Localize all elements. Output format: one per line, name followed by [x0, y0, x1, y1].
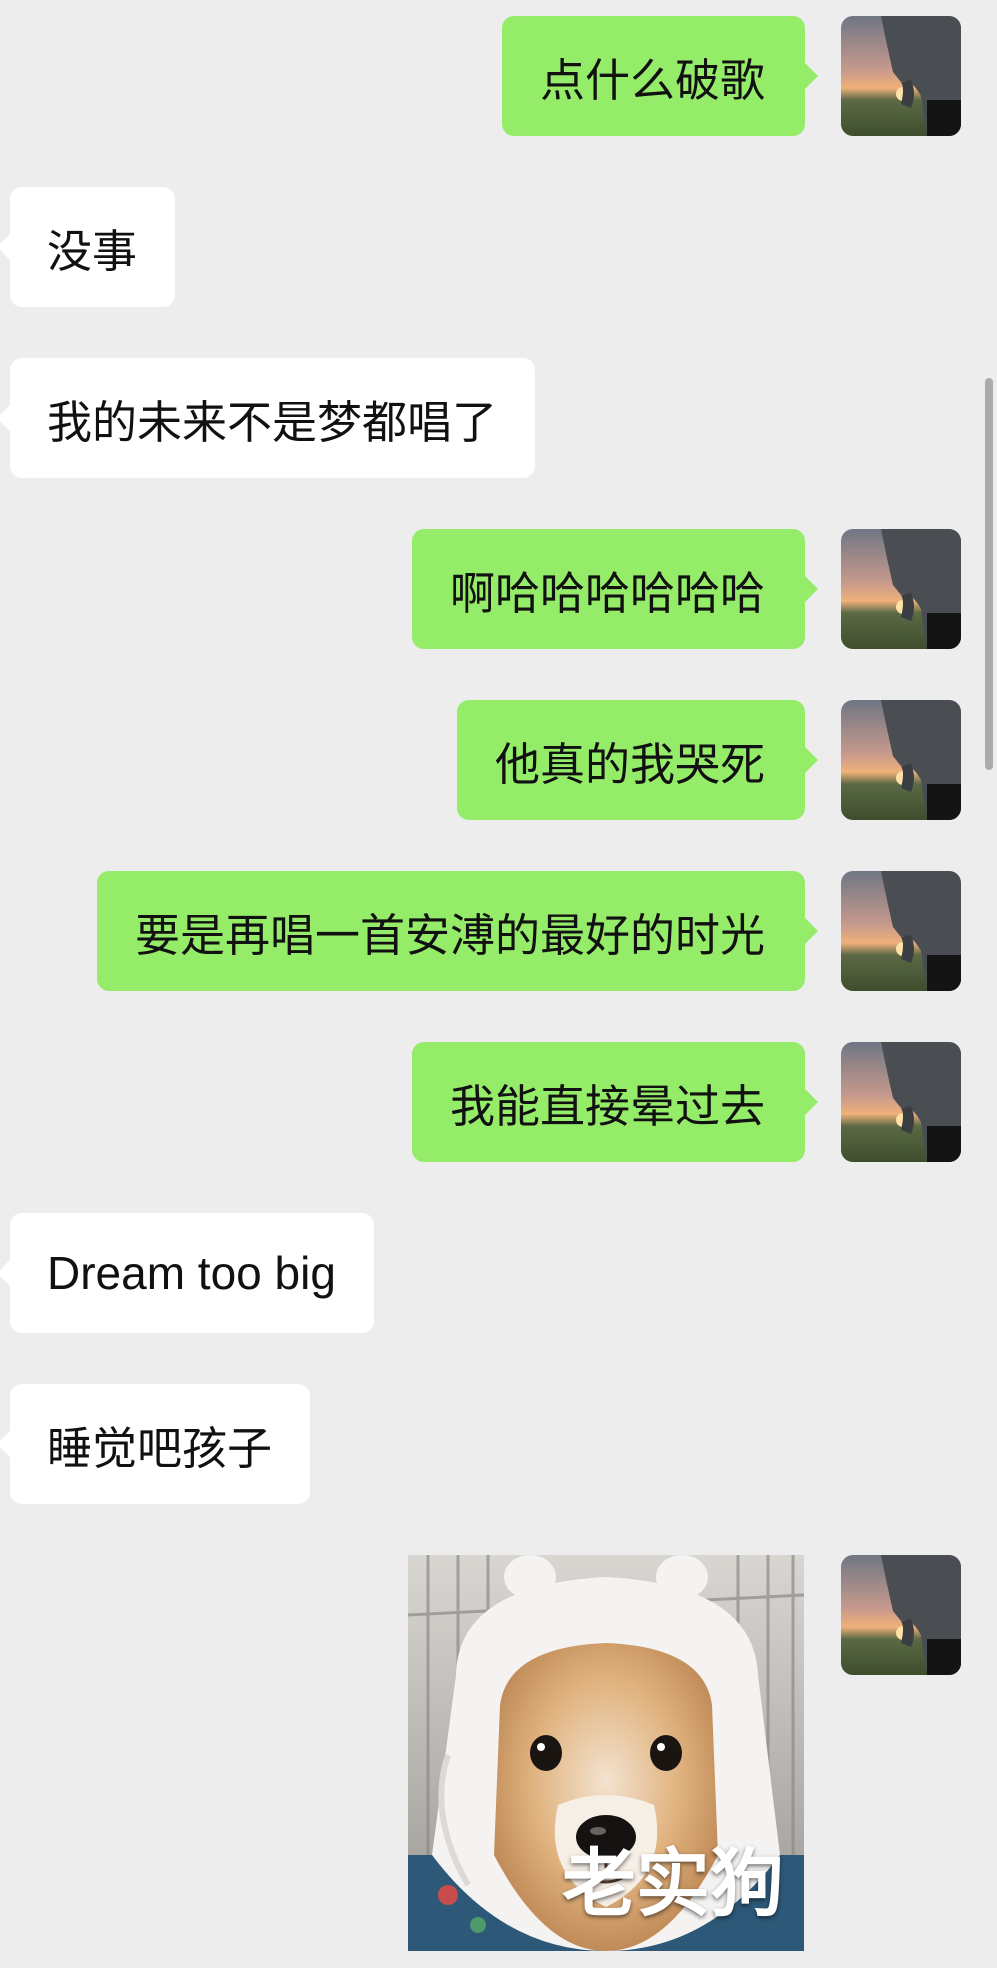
message-bubble-incoming[interactable]: 我的未来不是梦都唱了: [0, 358, 536, 478]
message-text: 我的未来不是梦都唱了: [47, 395, 498, 449]
message-text: 没事: [47, 224, 138, 278]
message-text: Dream too big: [47, 1247, 336, 1299]
message-bubble-outgoing[interactable]: 我能直接晕过去: [411, 1042, 819, 1162]
message-bubble-incoming[interactable]: Dream too big: [0, 1213, 374, 1333]
user-avatar-icon: [841, 16, 961, 136]
message-bubble-incoming[interactable]: 没事: [0, 187, 176, 307]
my-avatar[interactable]: [841, 700, 961, 820]
message-bubble-outgoing[interactable]: 要是再唱一首安溥的最好的时光: [96, 871, 819, 991]
chat-message-list[interactable]: 点什么破歌 没事 我的未来不是梦都唱了 啊哈哈哈哈哈哈 他真的我哭死 要是再唱一…: [0, 0, 997, 1968]
scrollbar-thumb[interactable]: [985, 378, 993, 770]
my-avatar[interactable]: [841, 529, 961, 649]
my-avatar[interactable]: [841, 1555, 961, 1675]
user-avatar-icon: [841, 1555, 961, 1675]
message-text: 点什么破歌: [539, 53, 765, 107]
message-text: 睡觉吧孩子: [47, 1421, 273, 1475]
message-bubble-outgoing[interactable]: 点什么破歌: [501, 16, 819, 136]
message-text: 我能直接晕过去: [449, 1079, 765, 1133]
my-avatar[interactable]: [841, 16, 961, 136]
user-avatar-icon: [841, 1042, 961, 1162]
message-text: 啊哈哈哈哈哈哈: [449, 566, 765, 620]
sticker-message[interactable]: 老实狗: [408, 1555, 804, 1951]
my-avatar[interactable]: [841, 1042, 961, 1162]
message-text: 要是再唱一首安溥的最好的时光: [134, 908, 765, 962]
message-bubble-incoming[interactable]: 睡觉吧孩子: [0, 1384, 311, 1504]
user-avatar-icon: [841, 700, 961, 820]
my-avatar[interactable]: [841, 871, 961, 991]
message-bubble-outgoing[interactable]: 他真的我哭死: [456, 700, 819, 820]
message-bubble-outgoing[interactable]: 啊哈哈哈哈哈哈: [411, 529, 819, 649]
message-text: 他真的我哭死: [494, 737, 765, 791]
user-avatar-icon: [841, 871, 961, 991]
user-avatar-icon: [841, 529, 961, 649]
sticker-caption: 老实狗: [562, 1841, 784, 1927]
